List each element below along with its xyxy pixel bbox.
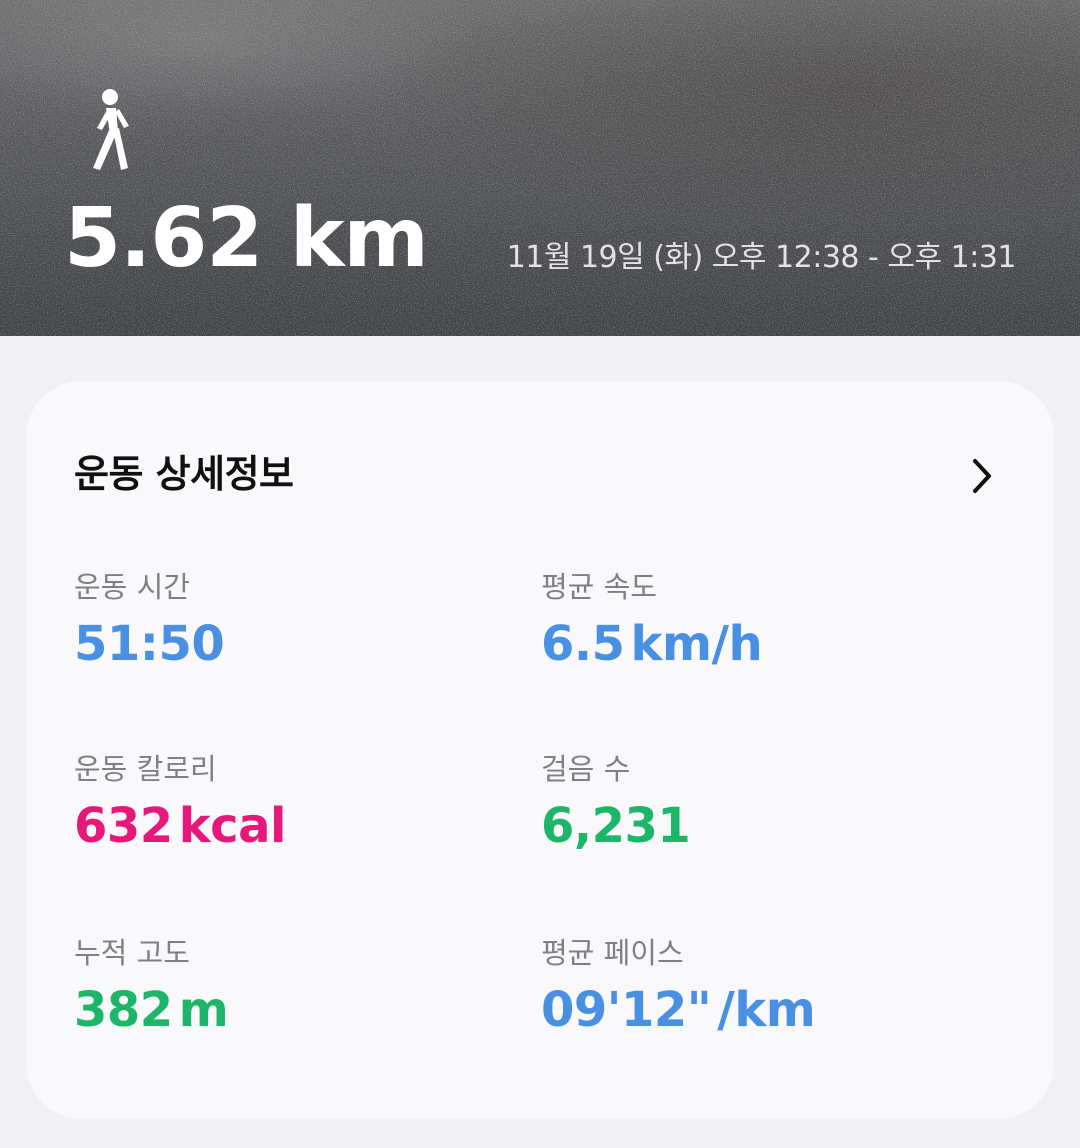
stat-label: 평균 페이스 [541,936,684,970]
stat-value: 382 m [74,986,514,1034]
stat-number: 09'12" [541,982,712,1038]
workout-date-range: 11월 19일 (화) 오후 12:38 - 오후 1:31 [506,240,1017,275]
walk-icon [93,89,129,170]
stat-number: 382 [74,982,173,1038]
stat-steps: 걸음 수 6,231 [541,752,981,851]
stat-label: 걸음 수 [541,752,631,786]
stat-number: 6.5 [541,616,625,672]
stat-unit: /km [717,982,816,1038]
chevron-right-icon[interactable] [958,451,1006,501]
stat-number: 632 [74,798,173,854]
stat-unit: m [178,982,229,1038]
stat-workout-time: 운동 시간 51:50 [74,570,514,669]
stat-label: 누적 고도 [74,936,190,970]
details-title: 운동 상세정보 [74,452,294,496]
stat-elevation-gain: 누적 고도 382 m [74,936,514,1035]
stat-label: 운동 칼로리 [74,752,217,786]
stat-label: 운동 시간 [74,570,190,604]
stat-unit: km/h [630,616,763,672]
stat-value: 6.5 km/h [541,620,981,668]
stat-number: 51:50 [74,616,225,672]
stat-average-pace: 평균 페이스 09'12"/km [541,936,981,1035]
stat-value: 6,231 [541,802,981,850]
stat-average-speed: 평균 속도 6.5 km/h [541,570,981,669]
hero-banner: 5.62 km 11월 19일 (화) 오후 12:38 - 오후 1:31 [0,0,1080,336]
stat-calories: 운동 칼로리 632 kcal [74,752,514,851]
stat-value: 51:50 [74,620,514,668]
workout-details-card: 운동 상세정보 운동 시간 51:50 평균 속도 6.5 km/h 운동 칼로리… [26,381,1054,1119]
details-header[interactable]: 운동 상세정보 [74,451,1006,501]
stat-unit: kcal [178,798,287,854]
stat-number: 6,231 [541,798,691,854]
stat-label: 평균 속도 [541,570,657,604]
workout-distance: 5.62 km [64,191,429,286]
stat-value: 09'12"/km [541,986,981,1034]
stat-value: 632 kcal [74,802,514,850]
